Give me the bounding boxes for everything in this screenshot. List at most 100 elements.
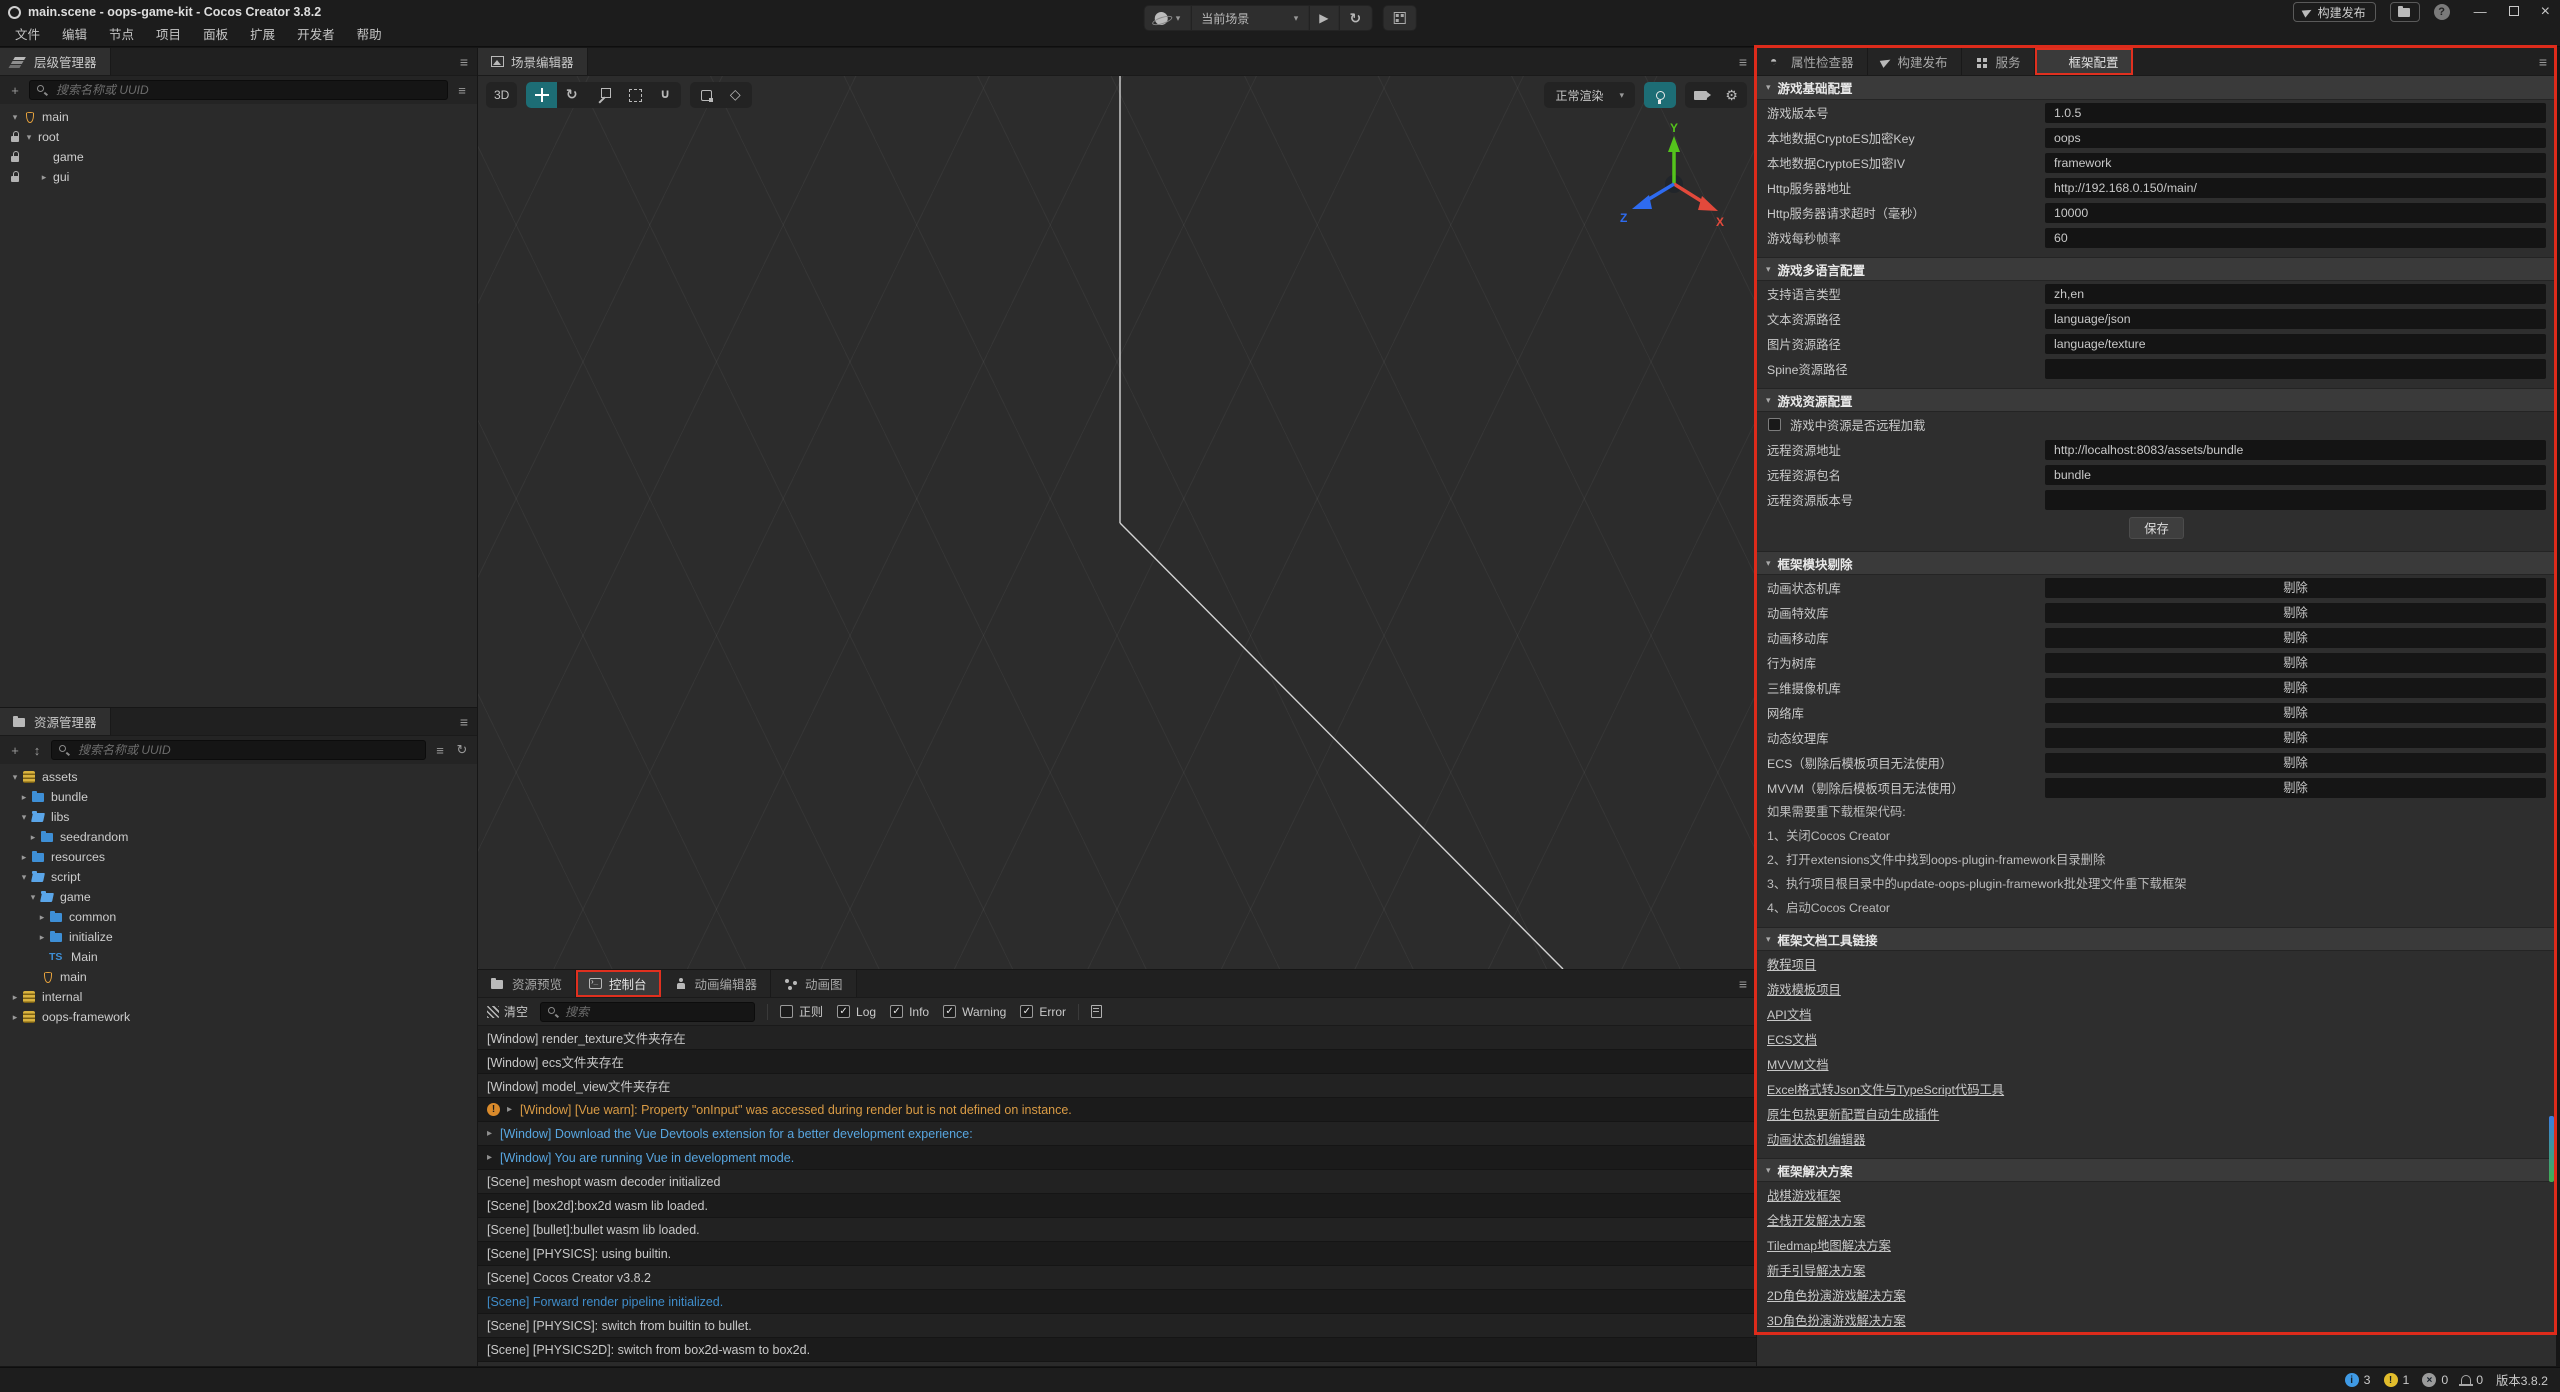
hierarchy-search-input[interactable] bbox=[29, 80, 448, 100]
tree-node-row[interactable]: ▸ gui bbox=[0, 167, 477, 187]
field-input[interactable]: framework bbox=[2045, 153, 2546, 173]
remove-module-button[interactable]: 剔除 bbox=[2045, 778, 2546, 798]
console-tab[interactable]: 资源预览 bbox=[478, 970, 576, 997]
reload-button[interactable] bbox=[1340, 6, 1372, 30]
panel-menu-icon[interactable] bbox=[460, 48, 468, 75]
view-gizmo[interactable]: Y X Z bbox=[1618, 122, 1730, 234]
doc-link[interactable]: 战棋游戏框架 bbox=[1767, 1186, 1841, 1204]
field-input[interactable]: 10000 bbox=[2045, 203, 2546, 223]
scene-light-toggle[interactable] bbox=[1644, 82, 1676, 108]
remove-module-button[interactable]: 剔除 bbox=[2045, 753, 2546, 773]
console-filter-checkbox[interactable]: Warning bbox=[943, 1005, 1006, 1019]
tree-node-row[interactable]: ▸ oops-framework bbox=[0, 1007, 477, 1027]
console-filter-checkbox[interactable]: Error bbox=[1020, 1005, 1066, 1019]
doc-link[interactable]: MVVM文档 bbox=[1767, 1055, 1829, 1073]
tree-node-row[interactable]: ▸ bundle bbox=[0, 787, 477, 807]
section-header-resource[interactable]: ▾ 游戏资源配置 bbox=[1757, 388, 2556, 412]
doc-link[interactable]: ECS文档 bbox=[1767, 1030, 1817, 1048]
scene-viewport[interactable]: Y X Z bbox=[478, 76, 1756, 969]
scene-tool-button[interactable] bbox=[650, 82, 681, 108]
scene-tool-button[interactable] bbox=[526, 82, 557, 108]
menubar-item[interactable]: 文件 bbox=[4, 24, 51, 46]
expand-arrow-icon[interactable]: ▸ bbox=[35, 932, 49, 943]
tree-node-row[interactable]: ▾ script bbox=[0, 867, 477, 887]
log-detail-icon[interactable] bbox=[1091, 1005, 1102, 1018]
menubar-item[interactable]: 编辑 bbox=[51, 24, 98, 46]
3d-mode-toggle[interactable]: 3D bbox=[486, 82, 517, 108]
remove-module-button[interactable]: 剔除 bbox=[2045, 653, 2546, 673]
console-log-row[interactable]: [Window] [Vue warn]: Property "onInput" … bbox=[478, 1098, 1756, 1122]
remove-module-button[interactable]: 剔除 bbox=[2045, 703, 2546, 723]
doc-link[interactable]: 原生包热更新配置自动生成插件 bbox=[1767, 1105, 1939, 1123]
section-header-solutions[interactable]: ▾ 框架解决方案 bbox=[1757, 1158, 2556, 1182]
tab-assets[interactable]: 资源管理器 bbox=[0, 708, 111, 735]
assets-search-input[interactable] bbox=[51, 740, 426, 760]
scene-tool-button[interactable] bbox=[557, 82, 588, 108]
field-input[interactable]: bundle bbox=[2045, 465, 2546, 485]
scrollbar-thumb[interactable] bbox=[2549, 1116, 2554, 1182]
field-input[interactable]: language/texture bbox=[2045, 334, 2546, 354]
tree-node-row[interactable]: ▸ seedrandom bbox=[0, 827, 477, 847]
doc-link[interactable]: API文档 bbox=[1767, 1005, 1811, 1023]
build-publish-button[interactable]: 构建发布 bbox=[2293, 2, 2376, 22]
expand-arrow-icon[interactable]: ▾ bbox=[17, 812, 31, 823]
console-log-row[interactable]: [Scene] [PHYSICS]: using builtin. bbox=[478, 1242, 1756, 1266]
expand-arrow-icon[interactable]: ▾ bbox=[8, 112, 22, 123]
expand-arrow-icon[interactable]: ▸ bbox=[8, 1012, 22, 1023]
console-tab[interactable]: 控制台 bbox=[576, 970, 661, 997]
preview-platform-button[interactable]: ▾ bbox=[1145, 6, 1192, 30]
field-input[interactable]: 60 bbox=[2045, 228, 2546, 248]
tab-scene-editor[interactable]: 场景编辑器 bbox=[478, 48, 588, 75]
scene-tool-button[interactable] bbox=[588, 82, 619, 108]
console-log-row[interactable]: [Window] model_view文件夹存在 bbox=[478, 1074, 1756, 1098]
console-log-row[interactable]: [Window] ecs文件夹存在 bbox=[478, 1050, 1756, 1074]
console-filter-checkbox[interactable]: 正则 bbox=[780, 1003, 823, 1020]
menubar-item[interactable]: 项目 bbox=[145, 24, 192, 46]
menubar-item[interactable]: 节点 bbox=[98, 24, 145, 46]
remove-module-button[interactable]: 剔除 bbox=[2045, 603, 2546, 623]
expand-arrow-icon[interactable]: ▾ bbox=[26, 892, 40, 903]
inspector-tab[interactable]: 服务 bbox=[1962, 48, 2035, 75]
doc-link[interactable]: 动画状态机编辑器 bbox=[1767, 1130, 1865, 1148]
preview-qr-button[interactable] bbox=[1382, 5, 1416, 31]
filter-icon[interactable]: ≡ bbox=[432, 743, 448, 758]
menubar-item[interactable]: 帮助 bbox=[346, 24, 393, 46]
play-button[interactable] bbox=[1309, 6, 1339, 30]
expand-arrow-icon[interactable]: ▸ bbox=[37, 172, 51, 183]
expand-arrow-icon[interactable]: ▾ bbox=[17, 872, 31, 883]
expand-arrow-icon[interactable]: ▸ bbox=[26, 832, 40, 843]
minimize-button[interactable]: — bbox=[2474, 0, 2487, 24]
expand-arrow-icon[interactable] bbox=[507, 1104, 520, 1115]
remove-module-button[interactable]: 剔除 bbox=[2045, 628, 2546, 648]
maximize-button[interactable] bbox=[2509, 6, 2519, 16]
scene-camera-button[interactable] bbox=[1685, 82, 1716, 108]
menubar-item[interactable]: 开发者 bbox=[286, 24, 346, 46]
doc-link[interactable]: Excel格式转Json文件与TypeScript代码工具 bbox=[1767, 1080, 2004, 1098]
expand-arrow-icon[interactable]: ▸ bbox=[17, 792, 31, 803]
inspector-tab[interactable]: 属性检查器 bbox=[1757, 48, 1868, 75]
section-header-basic[interactable]: ▾ 游戏基础配置 bbox=[1757, 76, 2556, 100]
remove-module-button[interactable]: 剔除 bbox=[2045, 578, 2546, 598]
tree-node-row[interactable]: ▸ resources bbox=[0, 847, 477, 867]
console-log-row[interactable]: [Scene] Forward render pipeline initiali… bbox=[478, 1290, 1756, 1314]
console-log-row[interactable]: [Window] render_texture文件夹存在 bbox=[478, 1026, 1756, 1050]
doc-link[interactable]: 游戏模板项目 bbox=[1767, 980, 1841, 998]
inspector-tab[interactable]: 框架配置 bbox=[2035, 48, 2133, 75]
console-log-row[interactable]: [Scene] Cocos Creator v3.8.2 bbox=[478, 1266, 1756, 1290]
expand-arrow-icon[interactable] bbox=[487, 1128, 500, 1139]
scene-tool-button[interactable] bbox=[619, 82, 650, 108]
remote-load-checkbox[interactable] bbox=[1768, 418, 1781, 431]
section-header-modules[interactable]: ▾ 框架模块剔除 bbox=[1757, 551, 2556, 575]
field-input[interactable]: language/json bbox=[2045, 309, 2546, 329]
section-header-i18n[interactable]: ▾ 游戏多语言配置 bbox=[1757, 257, 2556, 281]
console-tab[interactable]: 动画图 bbox=[771, 970, 857, 997]
add-node-button[interactable]: + bbox=[7, 83, 23, 98]
menubar-item[interactable]: 面板 bbox=[192, 24, 239, 46]
console-filter-checkbox[interactable]: Info bbox=[890, 1005, 929, 1019]
error-count[interactable]: × 0 bbox=[2422, 1373, 2448, 1387]
panel-menu-icon[interactable] bbox=[1739, 48, 1747, 75]
doc-link[interactable]: 全栈开发解决方案 bbox=[1767, 1211, 1865, 1229]
console-log-row[interactable]: [Window] You are running Vue in developm… bbox=[478, 1146, 1756, 1170]
console-log-row[interactable]: [Scene] [PHYSICS]: switch from builtin t… bbox=[478, 1314, 1756, 1338]
expand-arrow-icon[interactable]: ▾ bbox=[8, 772, 22, 783]
